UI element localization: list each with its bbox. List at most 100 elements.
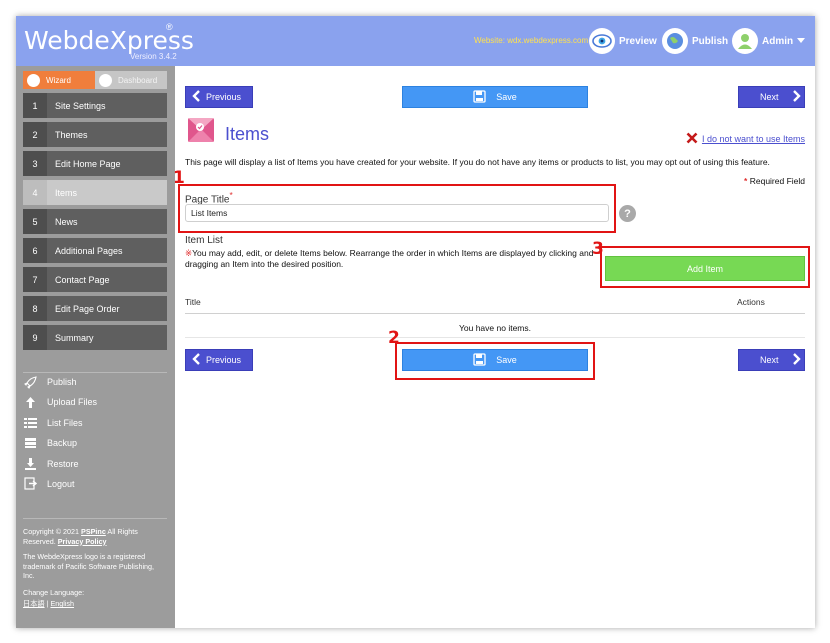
chevron-right-icon <box>792 89 801 105</box>
next-button-bottom[interactable]: Next <box>738 349 805 371</box>
mode-tabs: Wizard Dashboard <box>23 71 167 89</box>
registered-mark: ® <box>166 22 173 32</box>
save-button-top[interactable]: Save <box>402 86 588 108</box>
sidebar-tool-upload-files[interactable]: Upload Files <box>23 394 167 410</box>
sidebar: Wizard Dashboard 1 Site Settings 2 Themes … <box>16 66 175 628</box>
website-link[interactable]: Website: wdx.webdexpress.com <box>474 36 588 45</box>
sidebar-tool-list-files[interactable]: List Files <box>23 415 167 431</box>
annotation-box-1 <box>178 184 616 233</box>
tab-wizard[interactable]: Wizard <box>23 71 95 89</box>
step-label: Site Settings <box>55 100 106 111</box>
save-label: Save <box>496 92 517 102</box>
language-japanese-link[interactable]: 日本語 <box>23 599 45 608</box>
annotation-number-3: 3 <box>592 239 604 259</box>
wizard-icon <box>27 73 40 87</box>
tool-label: Upload Files <box>47 397 98 408</box>
tool-label: Publish <box>47 377 77 387</box>
user-avatar-icon <box>732 28 758 54</box>
admin-menu[interactable]: Admin <box>732 26 806 56</box>
tab-dashboard-label: Dashboard <box>118 75 158 85</box>
help-question-icon[interactable]: ? <box>619 205 636 222</box>
step-number: 1 <box>23 93 47 118</box>
chevron-down-icon <box>797 36 806 47</box>
step-label: Summary <box>55 332 94 343</box>
copyright-prefix: Copyright © 2021 <box>23 527 80 536</box>
chevron-left-icon <box>192 352 200 368</box>
item-list-label: Item List <box>185 235 223 246</box>
preview-label: Preview <box>619 35 657 47</box>
sidebar-divider <box>23 518 167 519</box>
top-header: WebdeXpress ® Version 3.4.2 Website: wdx… <box>16 16 815 66</box>
list-icon <box>23 417 37 429</box>
eye-icon <box>589 28 615 54</box>
language-links: 日本語 | English <box>23 599 163 609</box>
tool-label: Backup <box>47 438 78 449</box>
annotation-number-1: 1 <box>173 168 185 188</box>
step-number: 3 <box>23 151 47 176</box>
sidebar-item-edit-page-order[interactable]: 8 Edit Page Order <box>23 296 167 321</box>
language-separator: | <box>46 599 49 608</box>
header-publish-button[interactable]: Publish <box>662 26 728 56</box>
privacy-policy-link[interactable]: Privacy Policy <box>58 537 107 546</box>
sidebar-item-edit-home-page[interactable]: 3 Edit Home Page <box>23 151 167 176</box>
sidebar-item-additional-pages[interactable]: 6 Additional Pages <box>23 238 167 263</box>
company-link[interactable]: PSPinc <box>81 527 106 536</box>
sidebar-tool-backup[interactable]: Backup <box>23 435 167 451</box>
chevron-left-icon <box>192 89 200 105</box>
page-description: This page will display a list of Items y… <box>185 157 770 167</box>
tab-wizard-label: Wizard <box>46 75 71 85</box>
sidebar-tool-restore[interactable]: Restore <box>23 456 167 472</box>
app-window: WebdeXpress ® Version 3.4.2 Website: wdx… <box>16 16 815 628</box>
tool-label: List Files <box>47 417 83 428</box>
sidebar-item-themes[interactable]: 2 Themes <box>23 122 167 147</box>
language-english-link[interactable]: English <box>50 599 74 608</box>
column-header-title[interactable]: Title <box>185 297 201 307</box>
close-x-icon <box>686 132 698 146</box>
step-number: 8 <box>23 296 47 321</box>
required-text: Required Field <box>747 176 805 186</box>
items-envelope-icon <box>186 116 216 144</box>
column-header-actions: Actions <box>737 297 765 307</box>
step-number: 2 <box>23 122 47 147</box>
floppy-disk-icon <box>473 89 486 105</box>
tool-label: Logout <box>47 478 75 489</box>
rocket-icon <box>23 375 37 389</box>
page-title: Items <box>225 124 270 144</box>
sidebar-item-news[interactable]: 5 News <box>23 209 167 234</box>
next-button-top[interactable]: Next <box>738 86 805 108</box>
sidebar-tool-publish[interactable]: Publish <box>23 374 167 390</box>
table-header-divider <box>185 313 805 314</box>
previous-button-top[interactable]: Previous <box>185 86 253 108</box>
step-number: 4 <box>23 180 47 205</box>
step-number: 5 <box>23 209 47 234</box>
copyright-text: Copyright © 2021 PSPinc All Rights Reser… <box>23 527 163 546</box>
preview-button[interactable]: Preview <box>589 26 657 56</box>
tab-dashboard[interactable]: Dashboard <box>95 71 167 89</box>
download-icon <box>23 458 37 471</box>
step-label: Themes <box>55 129 88 140</box>
empty-items-message: You have no items. <box>459 323 531 333</box>
upload-icon <box>23 396 37 408</box>
header-publish-label: Publish <box>692 35 729 47</box>
step-label: Items <box>55 187 78 198</box>
opt-out-link[interactable]: I do not want to use Items <box>686 132 805 146</box>
table-bottom-divider <box>185 337 805 338</box>
next-label: Next <box>760 355 779 365</box>
sidebar-tools: Publish Upload Files List Files Backup R… <box>23 374 167 496</box>
dashboard-gauge-icon <box>99 73 112 87</box>
admin-label: Admin <box>762 35 794 47</box>
tool-label: Restore <box>47 458 79 469</box>
globe-icon <box>662 28 688 54</box>
sidebar-item-site-settings[interactable]: 1 Site Settings <box>23 93 167 118</box>
logout-icon <box>23 477 37 491</box>
annotation-box-3 <box>600 246 810 288</box>
step-number: 7 <box>23 267 47 292</box>
step-label: Additional Pages <box>55 245 123 256</box>
step-number: 6 <box>23 238 47 263</box>
sidebar-item-summary[interactable]: 9 Summary <box>23 325 167 350</box>
sidebar-item-items[interactable]: 4 Items <box>23 180 167 205</box>
sidebar-item-contact-page[interactable]: 7 Contact Page <box>23 267 167 292</box>
step-label: Contact Page <box>55 274 110 285</box>
previous-button-bottom[interactable]: Previous <box>185 349 253 371</box>
sidebar-tool-logout[interactable]: Logout <box>23 476 167 492</box>
